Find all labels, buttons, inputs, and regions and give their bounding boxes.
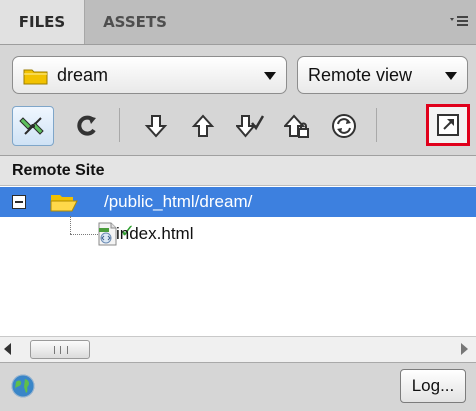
tab-assets[interactable]: ASSETS: [85, 0, 185, 44]
check-in-button[interactable]: [276, 106, 318, 146]
folder-icon: [23, 67, 49, 86]
files-panel: FILES ASSETS dream Remote view Remote Si…: [0, 0, 476, 411]
scroll-left-icon[interactable]: [4, 343, 11, 355]
refresh-button[interactable]: [66, 106, 108, 146]
tab-files[interactable]: FILES: [0, 0, 85, 44]
chevron-down-icon: [264, 72, 276, 80]
site-select-value: dream: [57, 65, 109, 85]
globe-icon[interactable]: [10, 373, 36, 399]
view-select[interactable]: Remote view: [297, 56, 468, 94]
tree-header: Remote Site: [0, 156, 476, 186]
tree-file-label: index.html: [116, 224, 194, 243]
expand-button[interactable]: [426, 104, 470, 146]
status-bar: Log...: [0, 362, 476, 411]
refresh-icon: [77, 115, 96, 136]
tree-folder-label: /public_html/dream/: [104, 192, 253, 211]
expand-icon: [437, 114, 459, 136]
folder-open-icon: [50, 192, 78, 213]
check-out-button[interactable]: [229, 106, 271, 146]
scroll-right-icon[interactable]: [461, 343, 468, 355]
panel-menu-icon[interactable]: [448, 12, 470, 30]
toolbar-separator: [119, 108, 120, 142]
connect-button[interactable]: [12, 106, 54, 146]
connect-icon: [19, 117, 44, 135]
toolbar-separator: [376, 108, 377, 142]
put-button[interactable]: [182, 106, 224, 146]
site-select[interactable]: dream: [12, 56, 287, 94]
tree-connector: [70, 216, 72, 234]
view-select-value: Remote view: [308, 65, 413, 85]
tree-row-folder[interactable]: /public_html/dream/: [0, 187, 476, 217]
log-button[interactable]: Log...: [400, 369, 466, 403]
panel-tabbar: FILES ASSETS: [0, 0, 476, 45]
get-button[interactable]: [135, 106, 177, 146]
synchronize-icon: [332, 114, 356, 138]
get-arrow-icon: [144, 115, 168, 138]
collapse-toggle[interactable]: [12, 195, 26, 209]
check-in-icon: [284, 114, 309, 138]
tree-row-file[interactable]: ✓ index.html: [0, 216, 476, 249]
chevron-down-icon: [445, 72, 457, 80]
put-arrow-icon: [191, 114, 215, 137]
check-out-icon: [236, 115, 264, 138]
scroll-thumb[interactable]: [30, 340, 90, 359]
grip-icon: [54, 346, 68, 354]
tree-connector: [70, 234, 98, 236]
toolbar: [0, 100, 476, 150]
horizontal-scrollbar[interactable]: [0, 336, 476, 363]
file-tree: Remote Site /public_html/dream/ ✓ index.…: [0, 155, 476, 337]
synchronize-button[interactable]: [323, 106, 365, 146]
